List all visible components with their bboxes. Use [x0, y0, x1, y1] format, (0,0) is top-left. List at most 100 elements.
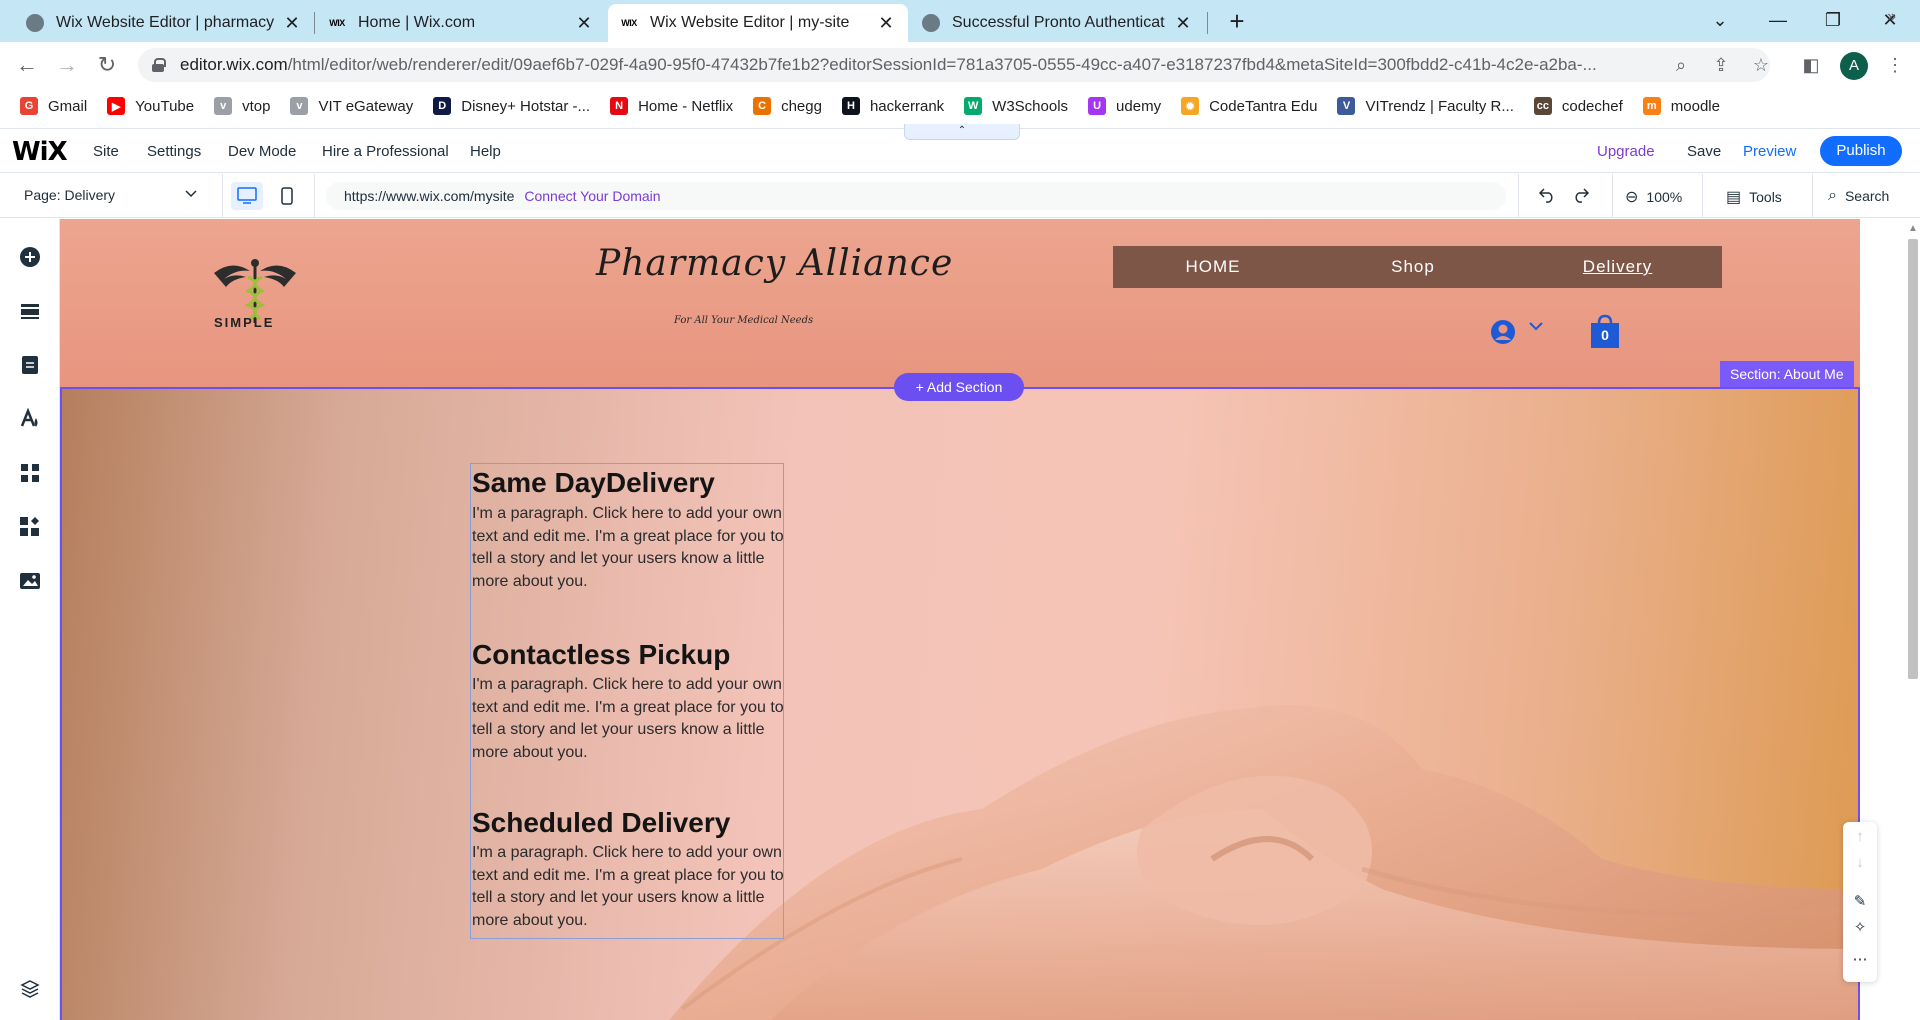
bookmark-item[interactable]: V VITrendz | Faculty R...	[1337, 97, 1514, 115]
bookmark-label: VIT eGateway	[318, 97, 414, 115]
bookmark-item[interactable]: ▶ YouTube	[107, 97, 194, 115]
profile-avatar[interactable]: A	[1840, 52, 1868, 80]
bookmark-item[interactable]: v VIT eGateway	[290, 97, 413, 115]
menu-site[interactable]: Site	[93, 143, 119, 160]
bookmark-item[interactable]: W W3Schools	[964, 97, 1068, 115]
bookmark-item[interactable]: ✹ CodeTantra Edu	[1181, 97, 1317, 115]
site-navigation[interactable]: HOME Shop Delivery	[1113, 246, 1722, 288]
site-tagline[interactable]: For All Your Medical Needs	[674, 315, 813, 326]
zoom-control[interactable]: ⊖ 100%	[1625, 187, 1682, 207]
heading-same-day-delivery[interactable]: Same DayDelivery	[472, 467, 715, 499]
move-up-icon[interactable]: ↑	[1843, 828, 1877, 845]
new-tab-button[interactable]: +	[1222, 6, 1252, 37]
cart-icon[interactable]: 0	[1589, 313, 1621, 349]
editor-canvas[interactable]: SIMPLE Pharmacy Alliance For All Your Me…	[60, 219, 1860, 1020]
reload-icon[interactable]: ↻	[92, 50, 122, 80]
redo-icon[interactable]	[1572, 187, 1590, 203]
heading-scheduled-delivery[interactable]: Scheduled Delivery	[472, 807, 730, 839]
menu-dev-mode[interactable]: Dev Mode	[228, 143, 296, 160]
nav-item-delivery[interactable]: Delivery	[1513, 257, 1722, 277]
more-options-icon[interactable]: ⋯	[1843, 950, 1877, 968]
theme-design-icon[interactable]	[18, 407, 42, 431]
preview-button[interactable]: Preview	[1743, 143, 1796, 160]
connect-domain-link[interactable]: Connect Your Domain	[524, 188, 660, 204]
scroll-up-icon[interactable]: ▲	[1908, 223, 1918, 234]
apps-icon[interactable]	[18, 461, 42, 485]
nav-item-home[interactable]: HOME	[1113, 257, 1313, 277]
paragraph-scheduled-delivery[interactable]: I'm a paragraph. Click here to add your …	[472, 842, 786, 932]
cart-count: 0	[1601, 327, 1609, 343]
close-icon[interactable]: ✕	[1173, 13, 1193, 34]
heading-contactless-pickup[interactable]: Contactless Pickup	[472, 639, 730, 671]
layers-icon[interactable]	[18, 977, 42, 1001]
pages-icon[interactable]	[18, 353, 42, 377]
browser-tab[interactable]: Successful Pronto Authentication ✕	[910, 4, 1205, 42]
publish-button[interactable]: Publish	[1820, 136, 1902, 166]
close-icon[interactable]: ✕	[574, 13, 594, 34]
scrollbar-thumb[interactable]	[1908, 239, 1918, 679]
menu-help[interactable]: Help	[470, 143, 501, 160]
collapse-toolbar-icon[interactable]: ⌃	[904, 124, 1020, 140]
media-icon[interactable]	[18, 569, 42, 593]
zoom-out-icon[interactable]: ⊖	[1625, 187, 1638, 207]
undo-icon[interactable]	[1538, 187, 1556, 203]
bookmark-item[interactable]: cc codechef	[1533, 97, 1623, 115]
browser-tab[interactable]: Wix Website Editor | pharmacy-a ✕	[14, 4, 314, 42]
bookmark-item[interactable]: m moodle	[1642, 97, 1720, 115]
back-icon[interactable]: ←	[12, 50, 42, 80]
mobile-view-icon[interactable]	[271, 182, 303, 210]
about-me-section[interactable]: Same DayDelivery I'm a paragraph. Click …	[60, 387, 1860, 1020]
paragraph-same-day-delivery[interactable]: I'm a paragraph. Click here to add your …	[472, 503, 786, 593]
address-bar[interactable]: editor.wix.com/html/editor/web/renderer/…	[138, 48, 1770, 82]
forward-icon[interactable]: →	[52, 50, 82, 80]
tools-button[interactable]: ▤ Tools	[1726, 187, 1782, 207]
search-button[interactable]: ⌕ Search	[1828, 187, 1889, 205]
add-section-icon[interactable]	[18, 299, 42, 323]
bookmark-item[interactable]: G Gmail	[20, 97, 87, 115]
bookmarks-overflow-icon[interactable]: »	[1887, 8, 1896, 26]
restore-button[interactable]: ❐	[1813, 4, 1853, 36]
lock-icon[interactable]	[152, 58, 166, 72]
paragraph-contactless-pickup[interactable]: I'm a paragraph. Click here to add your …	[472, 674, 786, 764]
section-label[interactable]: Section: About Me	[1720, 361, 1854, 387]
move-down-icon[interactable]: ↓	[1843, 854, 1877, 871]
minimize-button[interactable]: —	[1758, 4, 1798, 36]
wix-logo[interactable]: WiX	[12, 137, 68, 167]
url-text[interactable]: editor.wix.com/html/editor/web/renderer/…	[180, 55, 1680, 75]
edit-pencil-icon[interactable]: ✎	[1843, 892, 1877, 910]
browser-tab-active[interactable]: WIX Wix Website Editor | my-site ✕	[608, 4, 908, 42]
upgrade-link[interactable]: Upgrade	[1597, 143, 1655, 160]
user-account-icon[interactable]	[1490, 319, 1516, 345]
bookmark-star-icon[interactable]: ☆	[1746, 50, 1776, 80]
side-panel-icon[interactable]: ◧	[1796, 50, 1826, 80]
page-selector[interactable]: Page: Delivery	[24, 187, 115, 203]
desktop-view-icon[interactable]	[231, 182, 263, 210]
bookmark-item[interactable]: D Disney+ Hotstar -...	[433, 97, 590, 115]
tab-search-button[interactable]: ⌄	[1700, 4, 1740, 36]
close-icon[interactable]: ✕	[876, 13, 896, 34]
site-header[interactable]: SIMPLE Pharmacy Alliance For All Your Me…	[60, 219, 1860, 387]
bookmark-item[interactable]: Hhackerrank	[841, 97, 944, 115]
menu-hire-professional[interactable]: Hire a Professional	[322, 143, 449, 160]
bookmark-item[interactable]: N Home - Netflix	[610, 97, 733, 115]
bookmark-item[interactable]: Uudemy	[1088, 97, 1161, 115]
bookmark-item[interactable]: v vtop	[214, 97, 270, 115]
close-icon[interactable]: ✕	[282, 13, 302, 34]
browser-tab[interactable]: WIX Home | Wix.com ✕	[316, 4, 606, 42]
zoom-icon[interactable]: ⌕	[1666, 50, 1696, 80]
chevron-down-icon[interactable]	[1528, 319, 1544, 337]
nav-item-shop[interactable]: Shop	[1313, 257, 1513, 277]
add-elements-icon[interactable]	[18, 245, 42, 269]
site-url-field[interactable]: https://www.wix.com/mysite Connect Your …	[326, 182, 1506, 210]
chevron-down-icon[interactable]	[184, 186, 198, 203]
add-section-button[interactable]: + Add Section	[894, 373, 1024, 401]
business-tools-icon[interactable]	[18, 515, 42, 539]
menu-kebab-icon[interactable]: ⋮	[1880, 50, 1910, 80]
site-title[interactable]: Pharmacy Alliance	[596, 243, 953, 284]
globe-icon	[26, 14, 44, 32]
bookmark-item[interactable]: Cchegg	[753, 97, 822, 115]
menu-settings[interactable]: Settings	[147, 143, 201, 160]
save-button[interactable]: Save	[1687, 143, 1721, 160]
magic-wand-icon[interactable]: ✧	[1843, 918, 1877, 936]
share-icon[interactable]: ⇪	[1706, 50, 1736, 80]
